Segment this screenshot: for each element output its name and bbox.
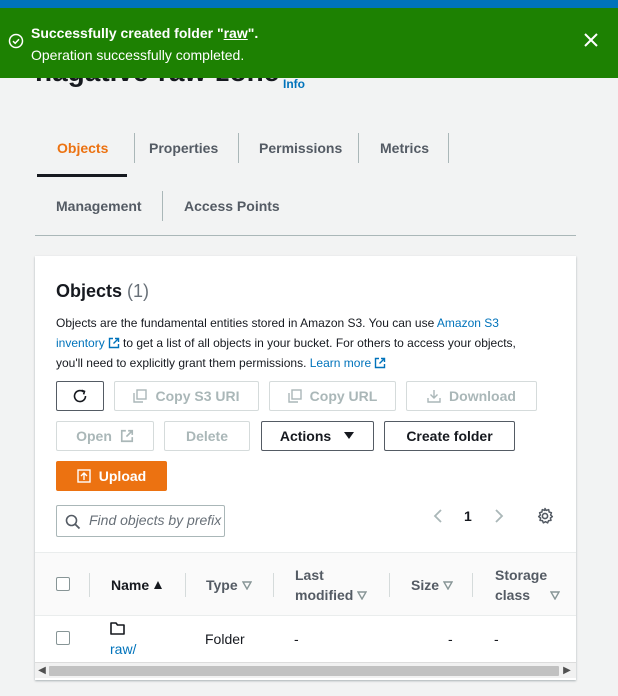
tab-divider: [358, 133, 359, 163]
object-size: -: [448, 631, 453, 647]
external-link-icon: [108, 337, 119, 349]
flash-message: Operation successfully completed.: [31, 47, 245, 63]
delete-button[interactable]: Delete: [164, 421, 250, 451]
success-flashbar: Successfully created folder "raw". Opera…: [0, 8, 618, 78]
scroll-right-icon[interactable]: ▶: [562, 666, 572, 676]
active-tab-indicator: [37, 174, 127, 177]
sort-icon: [443, 581, 454, 590]
tab-properties[interactable]: Properties: [149, 140, 218, 156]
tab-divider: [238, 133, 239, 163]
info-link[interactable]: Info: [283, 77, 305, 91]
tab-divider: [134, 133, 135, 163]
search-icon: [65, 514, 81, 530]
table-header: Name Type Last modified Size Storage class: [35, 552, 576, 616]
column-divider: [273, 573, 274, 597]
panel-title: Objects (1): [56, 281, 150, 301]
download-icon: [427, 390, 441, 403]
search-input[interactable]: [89, 512, 223, 528]
horizontal-scrollbar[interactable]: ◀ ▶: [35, 662, 576, 678]
external-link-icon: [374, 357, 386, 369]
upload-button[interactable]: Upload: [56, 461, 167, 491]
sort-icon: [550, 591, 561, 600]
object-storage-class: -: [494, 631, 499, 647]
caret-down-icon: [344, 432, 355, 439]
column-divider: [89, 573, 90, 597]
flash-title: Successfully created folder "raw".: [31, 25, 259, 41]
column-header-name[interactable]: Name: [111, 575, 163, 595]
learn-more-link[interactable]: Learn more: [310, 356, 386, 370]
column-header-type[interactable]: Type: [206, 575, 252, 595]
create-folder-button[interactable]: Create folder: [384, 421, 515, 451]
column-divider: [472, 573, 473, 597]
actions-dropdown[interactable]: Actions: [261, 421, 374, 451]
chevron-left-icon[interactable]: [431, 508, 447, 524]
object-count: (1): [127, 281, 150, 301]
tab-objects[interactable]: Objects: [57, 140, 108, 156]
copy-s3-uri-button[interactable]: Copy S3 URI: [114, 381, 259, 411]
tab-management[interactable]: Management: [56, 198, 142, 214]
upload-icon: [77, 469, 91, 483]
column-header-size[interactable]: Size: [411, 575, 454, 595]
select-all-checkbox[interactable]: [56, 577, 70, 591]
folder-icon: [110, 622, 125, 635]
copy-icon: [287, 389, 302, 403]
download-button[interactable]: Download: [406, 381, 537, 411]
gear-icon[interactable]: [536, 507, 554, 525]
tab-permissions[interactable]: Permissions: [259, 140, 342, 156]
object-type: Folder: [205, 631, 245, 647]
search-field: [56, 505, 225, 537]
scrollbar-thumb[interactable]: [49, 666, 559, 676]
copy-icon: [133, 389, 148, 403]
table-row[interactable]: raw/ Folder - - -: [35, 616, 576, 664]
tabs-bottom-border: [35, 235, 576, 236]
tab-divider: [448, 133, 449, 163]
panel-description: Objects are the fundamental entities sto…: [56, 316, 516, 370]
object-last-modified: -: [294, 631, 299, 647]
tab-metrics[interactable]: Metrics: [380, 140, 429, 156]
column-header-last-modified[interactable]: Last modified: [295, 565, 368, 605]
open-button[interactable]: Open: [56, 421, 154, 451]
column-header-storage-class[interactable]: Storage class: [495, 565, 561, 605]
scroll-left-icon[interactable]: ◀: [37, 666, 47, 676]
copy-url-button[interactable]: Copy URL: [269, 381, 396, 411]
top-nav-strip: [0, 0, 618, 8]
refresh-icon: [73, 389, 87, 403]
s3-bucket-page: Successfully created folder "raw". Opera…: [0, 0, 618, 696]
flash-folder-link[interactable]: raw: [224, 25, 248, 41]
current-page-number[interactable]: 1: [464, 508, 472, 524]
close-icon[interactable]: [581, 30, 601, 50]
external-link-icon: [120, 429, 133, 443]
refresh-button[interactable]: [56, 381, 104, 411]
column-divider: [185, 573, 186, 597]
chevron-right-icon[interactable]: [490, 508, 506, 524]
sort-icon: [241, 581, 252, 590]
column-divider: [389, 573, 390, 597]
tab-divider: [162, 191, 163, 221]
row-checkbox[interactable]: [56, 631, 70, 645]
object-name-link[interactable]: raw/: [110, 641, 136, 657]
sort-ascending-icon: [154, 581, 163, 589]
objects-panel: Objects (1) Objects are the fundamental …: [35, 256, 576, 680]
sort-icon: [357, 591, 368, 600]
tab-access-points[interactable]: Access Points: [184, 198, 280, 214]
success-check-icon: [8, 33, 24, 49]
